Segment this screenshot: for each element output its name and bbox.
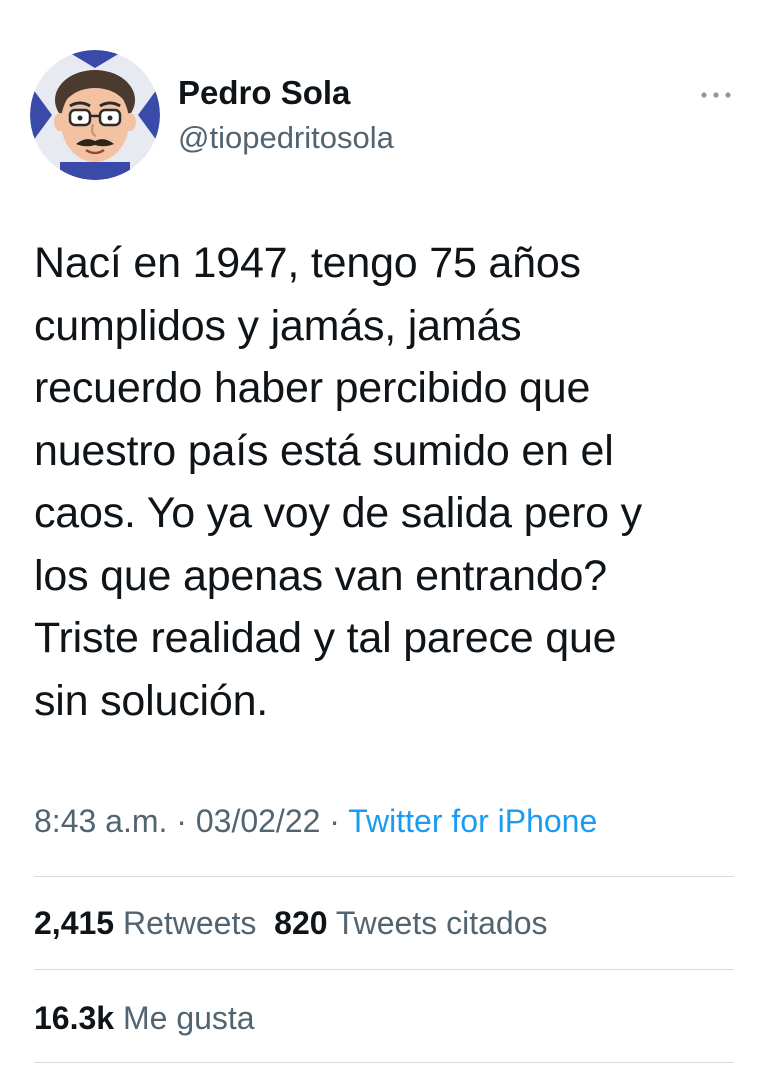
tweet-source-link[interactable]: Twitter for iPhone <box>348 803 597 839</box>
retweets-stat[interactable]: 2,415 Retweets <box>34 905 256 941</box>
likes-stat[interactable]: 16.3k Me gusta <box>34 1000 255 1036</box>
divider <box>34 876 734 877</box>
ellipsis-icon <box>701 92 731 98</box>
tweet-date[interactable]: 03/02/22 <box>196 803 321 839</box>
tweet-text: Nací en 1947, tengo 75 años cumplidos y … <box>34 239 642 725</box>
quotes-stat[interactable]: 820 Tweets citados <box>274 905 547 941</box>
likes-count: 16.3k <box>34 1000 115 1036</box>
cartoon-avatar-icon <box>30 50 160 180</box>
quotes-count: 820 <box>274 905 328 941</box>
tweet-card: Pedro Sola @tiopedritosola Nací en 1947,… <box>0 0 768 1084</box>
divider <box>34 1062 734 1063</box>
likes-stats-row: 16.3k Me gusta <box>34 1000 255 1037</box>
likes-label: Me gusta <box>122 1000 255 1036</box>
author-name[interactable]: Pedro Sola <box>178 74 350 112</box>
author-handle[interactable]: @tiopedritosola <box>178 120 394 156</box>
tweet-time[interactable]: 8:43 a.m. <box>34 803 167 839</box>
more-options-button[interactable] <box>690 80 742 110</box>
retweets-label: Retweets <box>122 905 257 941</box>
engagement-stats-row: 2,415 Retweets 820 Tweets citados <box>34 905 548 942</box>
retweets-count: 2,415 <box>34 905 115 941</box>
divider <box>34 969 734 970</box>
avatar[interactable] <box>30 50 160 180</box>
tweet-meta: 8:43 a.m. · 03/02/22 · Twitter for iPhon… <box>34 803 597 840</box>
meta-separator: · <box>176 803 187 839</box>
meta-separator: · <box>329 803 340 839</box>
quotes-label: Tweets citados <box>335 905 548 941</box>
